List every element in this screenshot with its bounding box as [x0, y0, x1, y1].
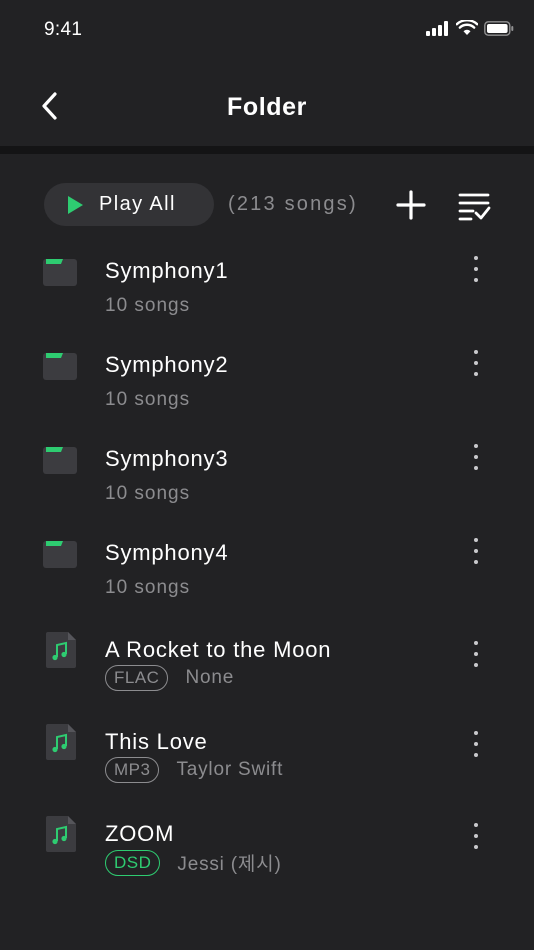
more-dot — [474, 731, 478, 735]
more-dot — [474, 753, 478, 757]
more-options-button[interactable] — [466, 442, 486, 472]
more-dot — [474, 267, 478, 271]
folder-song-count: 10 songs — [105, 389, 191, 410]
more-dot — [474, 444, 478, 448]
folder-name: Symphony3 — [105, 446, 229, 471]
more-dot — [474, 361, 478, 365]
more-dot — [474, 823, 478, 827]
folder-icon — [43, 259, 77, 286]
more-dot — [474, 256, 478, 260]
more-options-button[interactable] — [466, 639, 486, 669]
more-dot — [474, 278, 478, 282]
media-list: Symphony1 10 songs Symphony2 10 songs Sy… — [0, 240, 534, 892]
cellular-signal-icon — [426, 20, 448, 36]
plus-icon — [396, 190, 426, 220]
more-dot — [474, 466, 478, 470]
folder-song-count: 10 songs — [105, 295, 191, 316]
song-meta: FLAC None — [105, 665, 234, 691]
more-options-button[interactable] — [466, 348, 486, 378]
folder-row[interactable]: Symphony1 10 songs — [0, 240, 534, 334]
song-count: (213 songs) — [228, 193, 358, 215]
more-dot — [474, 845, 478, 849]
folder-row[interactable]: Symphony3 10 songs — [0, 428, 534, 522]
folder-row[interactable]: Symphony4 10 songs — [0, 522, 534, 616]
more-dot — [474, 455, 478, 459]
more-dot — [474, 549, 478, 553]
song-title: A Rocket to the Moon — [105, 637, 332, 662]
music-file-icon — [46, 816, 76, 852]
folder-icon — [43, 447, 77, 474]
more-dot — [474, 652, 478, 656]
add-button[interactable] — [394, 188, 428, 222]
status-icons — [426, 20, 514, 36]
song-row[interactable]: This Love MP3 Taylor Swift — [0, 708, 534, 800]
folder-row[interactable]: Symphony2 10 songs — [0, 334, 534, 428]
folder-song-count: 10 songs — [105, 577, 191, 598]
more-options-button[interactable] — [466, 821, 486, 851]
battery-icon — [484, 20, 514, 36]
more-options-button[interactable] — [466, 254, 486, 284]
more-dot — [474, 538, 478, 542]
format-badge: MP3 — [105, 757, 160, 783]
toolbar: Play All (213 songs) — [0, 180, 534, 228]
song-meta: DSD Jessi (제시) — [105, 849, 282, 876]
more-dot — [474, 372, 478, 376]
folder-icon — [43, 353, 77, 380]
play-icon — [68, 195, 83, 214]
more-dot — [474, 742, 478, 746]
more-dot — [474, 834, 478, 838]
nav-bar: Folder — [0, 60, 534, 146]
play-all-button[interactable]: Play All — [44, 183, 214, 226]
more-options-button[interactable] — [466, 729, 486, 759]
folder-song-count: 10 songs — [105, 483, 191, 504]
wifi-icon — [456, 20, 478, 35]
song-meta: MP3 Taylor Swift — [105, 757, 283, 783]
song-title: This Love — [105, 729, 208, 754]
select-list-button[interactable] — [456, 188, 492, 222]
song-row[interactable]: ZOOM DSD Jessi (제시) — [0, 800, 534, 892]
format-badge: FLAC — [105, 665, 169, 691]
song-artist: Jessi (제시) — [177, 854, 282, 875]
format-badge: DSD — [105, 849, 161, 876]
more-dot — [474, 663, 478, 667]
song-row[interactable]: A Rocket to the Moon FLAC None — [0, 616, 534, 708]
song-title: ZOOM — [105, 821, 175, 846]
more-dot — [474, 560, 478, 564]
status-time: 9:41 — [44, 19, 83, 40]
music-file-icon — [46, 724, 76, 760]
folder-name: Symphony4 — [105, 540, 229, 565]
folder-icon — [43, 541, 77, 568]
status-bar: 9:41 — [0, 0, 534, 60]
page-title: Folder — [227, 93, 307, 121]
folder-name: Symphony1 — [105, 258, 229, 283]
header-divider — [0, 146, 534, 154]
play-all-label: Play All — [99, 193, 176, 215]
more-options-button[interactable] — [466, 536, 486, 566]
more-dot — [474, 350, 478, 354]
music-file-icon — [46, 632, 76, 668]
list-check-icon — [458, 193, 491, 221]
more-dot — [474, 641, 478, 645]
song-artist: None — [185, 667, 235, 688]
folder-name: Symphony2 — [105, 352, 229, 377]
song-artist: Taylor Swift — [176, 759, 284, 780]
